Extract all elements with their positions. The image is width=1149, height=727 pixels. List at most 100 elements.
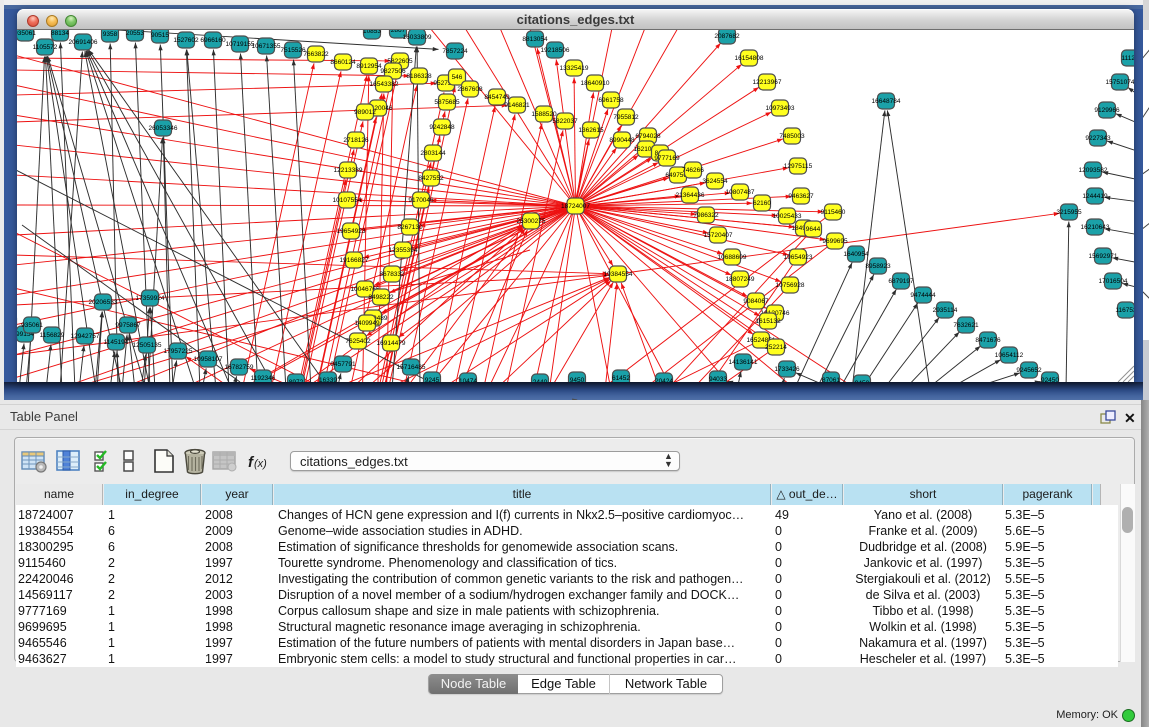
svg-text:5875685: 5875685 <box>434 99 460 106</box>
svg-text:9463627: 9463627 <box>788 193 814 200</box>
svg-text:16033809: 16033809 <box>403 34 432 41</box>
svg-text:90515: 90515 <box>151 32 169 39</box>
svg-text:9242848: 9242848 <box>429 124 455 131</box>
svg-text:2718126: 2718126 <box>343 137 369 144</box>
svg-text:12942757: 12942757 <box>71 333 100 340</box>
svg-text:9084067: 9084067 <box>743 298 769 305</box>
svg-text:6794028: 6794028 <box>635 133 661 140</box>
svg-text:546: 546 <box>452 74 463 81</box>
svg-text:12355394: 12355394 <box>389 247 418 254</box>
svg-text:9699695: 9699695 <box>822 238 848 245</box>
svg-text:20553: 20553 <box>126 30 144 37</box>
svg-text:9975867: 9975867 <box>115 322 141 329</box>
svg-text:16543382: 16543382 <box>370 81 399 88</box>
svg-text:(x): (x) <box>254 458 267 470</box>
svg-text:1156829: 1156829 <box>40 332 65 339</box>
svg-text:14136141: 14136141 <box>729 359 758 366</box>
svg-text:94033: 94033 <box>709 376 727 382</box>
svg-text:8813054: 8813054 <box>522 36 548 43</box>
svg-text:8958923: 8958923 <box>865 263 891 270</box>
svg-text:15692971: 15692971 <box>1089 253 1118 260</box>
svg-text:9129966: 9129966 <box>1094 107 1120 114</box>
svg-text:9827506: 9827506 <box>380 68 406 75</box>
svg-text:16339: 16339 <box>319 377 337 382</box>
svg-text:8972: 8972 <box>289 379 304 382</box>
svg-text:12975115: 12975115 <box>784 163 813 170</box>
svg-text:2440: 2440 <box>533 379 548 382</box>
svg-text:10719155: 10719155 <box>226 41 255 48</box>
svg-text:9777169: 9777169 <box>654 155 680 162</box>
svg-text:19654923: 19654923 <box>337 228 366 235</box>
svg-text:2935114: 2935114 <box>933 307 958 314</box>
svg-text:9457791: 9457791 <box>330 361 356 368</box>
svg-text:1588520: 1588520 <box>531 111 557 118</box>
svg-text:3215955: 3215955 <box>1056 209 1082 216</box>
svg-text:12213389: 12213389 <box>334 167 363 174</box>
svg-text:10474: 10474 <box>459 378 477 382</box>
svg-text:7986322: 7986322 <box>693 212 719 219</box>
svg-text:20691406: 20691406 <box>69 39 98 46</box>
svg-text:15720407: 15720407 <box>704 232 733 239</box>
svg-text:9450: 9450 <box>855 380 870 382</box>
svg-text:7515526: 7515526 <box>280 47 306 54</box>
svg-text:7632621: 7632621 <box>953 322 979 329</box>
svg-text:1640954: 1640954 <box>843 251 869 258</box>
svg-text:18724007: 18724007 <box>561 203 590 210</box>
svg-text:12093582: 12093582 <box>1079 167 1108 174</box>
svg-text:7663822: 7663822 <box>303 51 329 58</box>
svg-text:11124: 11124 <box>1121 55 1134 62</box>
svg-text:8912954: 8912954 <box>356 63 382 70</box>
svg-text:989012: 989012 <box>354 109 376 116</box>
svg-text:12505135: 12505135 <box>133 342 162 349</box>
svg-text:7625402: 7625402 <box>345 338 371 345</box>
svg-text:18807249: 18807249 <box>726 276 755 283</box>
svg-text:15716485: 15716485 <box>397 364 426 371</box>
svg-text:116753: 116753 <box>1115 307 1134 314</box>
svg-text:19654923: 19654923 <box>784 254 813 261</box>
svg-text:1615132: 1615132 <box>755 318 781 325</box>
svg-text:935061: 935061 <box>17 30 36 37</box>
svg-text:5822037: 5822037 <box>552 118 578 125</box>
svg-text:19218506: 19218506 <box>541 47 570 54</box>
svg-text:17016504: 17016504 <box>1099 278 1128 285</box>
svg-text:7955812: 7955812 <box>613 114 639 121</box>
svg-text:935061: 935061 <box>21 322 43 329</box>
svg-text:746266: 746266 <box>682 167 704 174</box>
svg-text:8186328: 8186328 <box>406 73 432 80</box>
svg-text:252214: 252214 <box>765 344 787 351</box>
svg-text:10807487: 10807487 <box>726 189 755 196</box>
svg-text:18640910: 18640910 <box>581 80 610 87</box>
svg-text:8471676: 8471676 <box>975 337 1001 344</box>
svg-text:1105572: 1105572 <box>33 44 58 51</box>
svg-text:10671355: 10671355 <box>252 43 281 50</box>
svg-text:8267130: 8267130 <box>397 224 423 231</box>
svg-text:19384554: 19384554 <box>604 271 633 278</box>
svg-text:88134: 88134 <box>51 30 69 37</box>
svg-text:8454749: 8454749 <box>484 94 510 101</box>
svg-text:1362615: 1362615 <box>578 127 604 134</box>
svg-text:3624554: 3624554 <box>702 178 728 185</box>
svg-text:6961758: 6961758 <box>598 97 624 104</box>
svg-text:9245652: 9245652 <box>1016 367 1042 374</box>
svg-text:9170046: 9170046 <box>408 197 434 204</box>
svg-text:9450: 9450 <box>570 377 585 382</box>
svg-text:10107554: 10107554 <box>333 197 362 204</box>
svg-text:9227343: 9227343 <box>1085 135 1111 142</box>
svg-text:87061: 87061 <box>822 377 840 382</box>
svg-text:7857224: 7857224 <box>442 48 468 55</box>
svg-text:10853: 10853 <box>363 30 381 35</box>
svg-text:1527602: 1527602 <box>173 37 199 44</box>
svg-text:16210643: 16210643 <box>1081 224 1110 231</box>
svg-text:9146821: 9146821 <box>504 102 530 109</box>
svg-text:2803144: 2803144 <box>420 150 446 157</box>
svg-text:6966160: 6966160 <box>200 37 226 44</box>
svg-text:9474444: 9474444 <box>910 292 936 299</box>
svg-text:9644: 9644 <box>806 226 821 233</box>
svg-text:1409949: 1409949 <box>354 320 380 327</box>
svg-text:9245: 9245 <box>425 377 440 382</box>
svg-text:10973493: 10973493 <box>766 105 795 112</box>
svg-text:21364436: 21364436 <box>676 192 705 199</box>
svg-text:13325419: 13325419 <box>560 65 589 72</box>
svg-text:15751074: 15751074 <box>1106 79 1134 86</box>
svg-text:1192346: 1192346 <box>251 375 276 382</box>
